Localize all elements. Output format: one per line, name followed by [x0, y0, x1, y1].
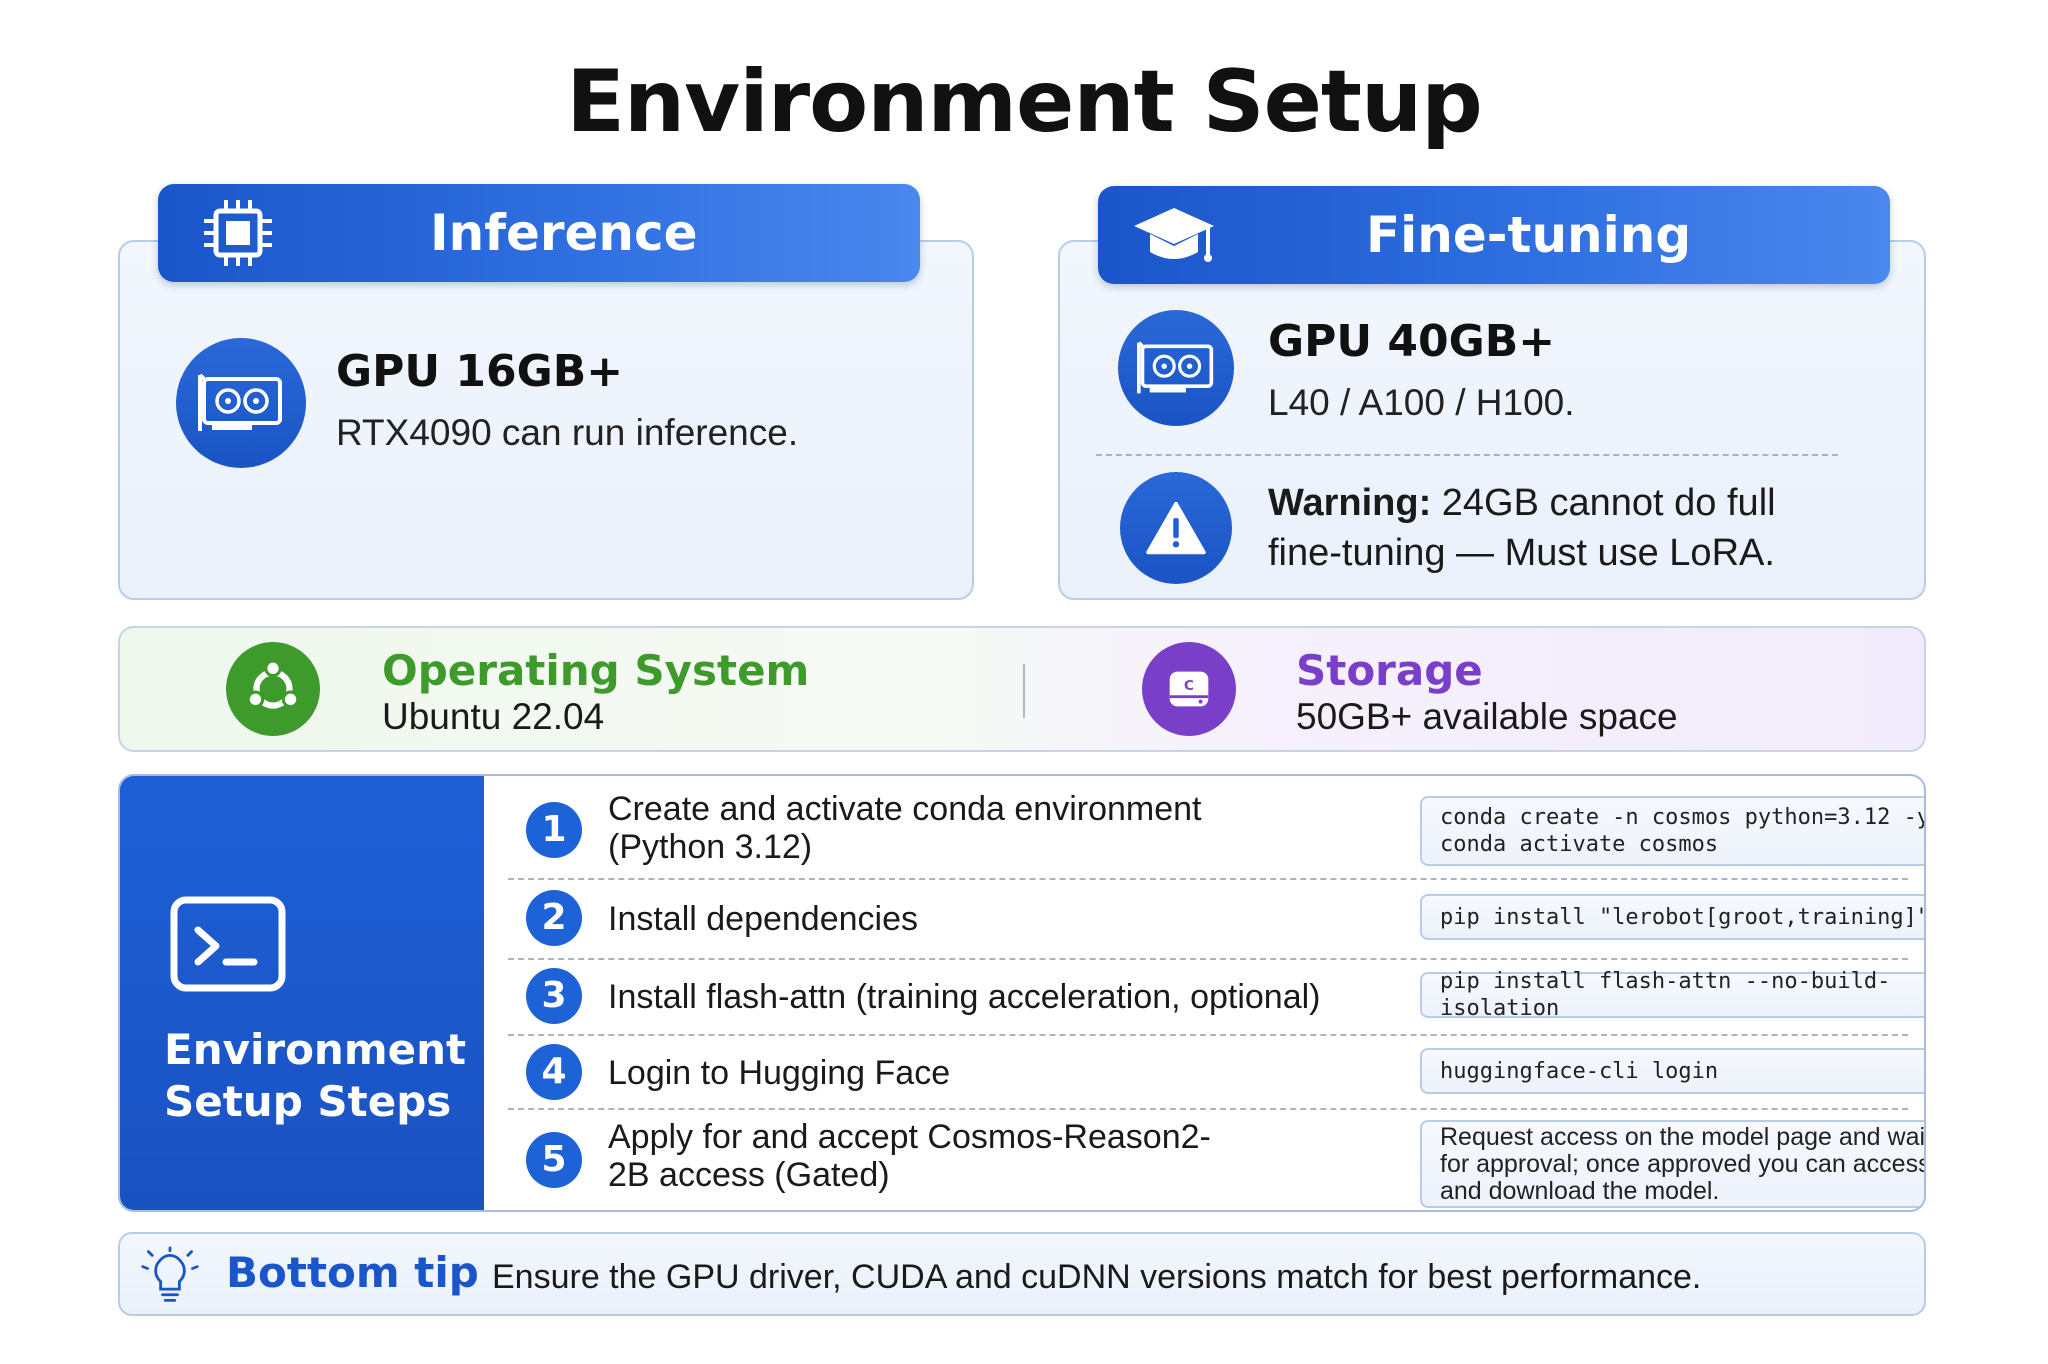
step-code-1: conda create -n cosmos python=3.12 -y ; … — [1420, 796, 1924, 866]
step-code-4: huggingface-cli login — [1420, 1048, 1924, 1094]
chip-icon — [204, 200, 272, 266]
setup-steps-panel: Environment Setup Steps 1 Create and act… — [118, 774, 1926, 1212]
finetuning-gpu-desc: L40 / A100 / H100. — [1268, 382, 1575, 423]
step-divider — [508, 958, 1908, 960]
gpu-icon-inference — [176, 338, 306, 468]
step-number-3: 3 — [526, 968, 582, 1024]
step-number-4: 4 — [526, 1044, 582, 1100]
step-number-1: 1 — [526, 802, 582, 858]
bottom-tip-label: Bottom tip — [226, 1248, 479, 1297]
storage-drive-icon: C — [1142, 642, 1236, 736]
steps-panel-sidebar: Environment Setup Steps — [120, 776, 484, 1210]
step-text-2: Install dependencies — [608, 900, 919, 938]
warning-text: Warning: 24GB cannot do full fine-tuning… — [1268, 478, 1828, 578]
finetuning-divider — [1096, 454, 1838, 456]
os-value: Ubuntu 22.04 — [382, 696, 605, 737]
step-code-3: pip install flash-attn --no-build-isolat… — [1420, 969, 1924, 1021]
step-number-2: 2 — [526, 890, 582, 946]
step-note-5: Request access on the model page and wai… — [1420, 1120, 1924, 1208]
inference-gpu-desc: RTX4090 can run inference. — [336, 412, 799, 453]
step-text-5: Apply for and accept Cosmos-Reason2-2B a… — [608, 1118, 1211, 1194]
warning-icon — [1120, 472, 1232, 584]
finetuning-title: Fine-tuning — [1366, 206, 1692, 264]
os-title: Operating System — [382, 646, 810, 695]
lightbulb-icon — [141, 1246, 199, 1302]
step-code-2: pip install "lerobot[groot,training]" — [1420, 894, 1924, 940]
page-title: Environment Setup — [566, 52, 1483, 152]
inference-gpu-title: GPU 16GB+ — [336, 346, 624, 397]
finetuning-header: Fine-tuning — [1098, 186, 1890, 284]
gpu-icon-finetuning — [1118, 310, 1234, 426]
drive-letter: C — [1184, 678, 1194, 694]
finetuning-gpu-title: GPU 40GB+ — [1268, 316, 1556, 367]
storage-value: 50GB+ available space — [1296, 696, 1678, 737]
inference-header: Inference — [158, 184, 920, 282]
steps-panel-title: Environment Setup Steps — [164, 1025, 467, 1126]
inference-title: Inference — [430, 204, 698, 262]
ubuntu-icon — [226, 642, 320, 736]
step-text-1: Create and activate conda environment (P… — [608, 790, 1202, 866]
step-divider — [508, 1108, 1908, 1110]
step-text-3: Install flash-attn (training acceleratio… — [608, 978, 1321, 1016]
band-separator — [1023, 664, 1025, 718]
graduation-cap-icon — [1134, 208, 1214, 262]
step-divider — [508, 878, 1908, 880]
step-divider — [508, 1034, 1908, 1036]
terminal-icon — [170, 896, 286, 992]
warning-label: Warning: — [1268, 482, 1432, 524]
bottom-tip-text: Ensure the GPU driver, CUDA and cuDNN ve… — [492, 1258, 1702, 1296]
step-number-5: 5 — [526, 1132, 582, 1188]
storage-title: Storage — [1296, 646, 1483, 695]
step-text-4: Login to Hugging Face — [608, 1054, 951, 1092]
